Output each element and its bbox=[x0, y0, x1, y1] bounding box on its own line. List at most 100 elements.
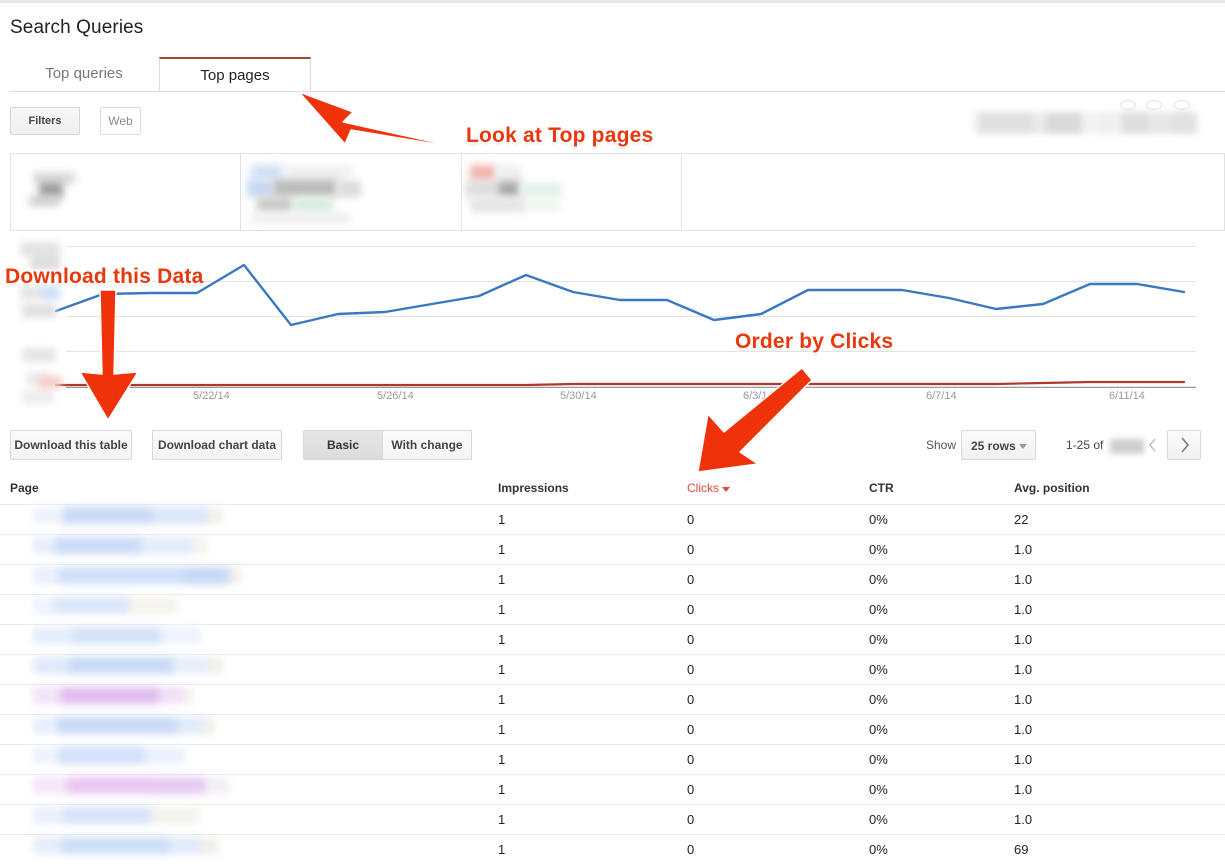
page-url-blurred[interactable] bbox=[33, 747, 185, 764]
table-row[interactable]: 1 0 0% 1.0 bbox=[0, 594, 1225, 624]
cell-avg-position: 1.0 bbox=[1014, 812, 1033, 827]
metric-cards-strip bbox=[10, 153, 1225, 231]
pagination-total-blurred bbox=[1110, 439, 1144, 454]
column-header-clicks[interactable]: Clicks bbox=[687, 481, 719, 495]
page-url-blurred[interactable] bbox=[33, 717, 215, 734]
annotation-arrow-down bbox=[79, 289, 139, 421]
x-tick-label: 6/7/14 bbox=[926, 390, 957, 402]
metric-card[interactable] bbox=[462, 154, 682, 230]
rows-per-page-select[interactable]: 25 rows bbox=[961, 430, 1036, 460]
cell-ctr: 0% bbox=[869, 812, 888, 827]
page-url-blurred[interactable] bbox=[33, 777, 229, 794]
table-row[interactable]: 1 0 0% 1.0 bbox=[0, 534, 1225, 564]
pagination-range: 1-25 of bbox=[1066, 438, 1104, 452]
show-rows-label: Show bbox=[926, 438, 957, 452]
table-row[interactable]: 1 0 0% 1.0 bbox=[0, 744, 1225, 774]
page-url-blurred[interactable] bbox=[33, 537, 208, 554]
cell-impressions: 1 bbox=[498, 692, 506, 707]
cell-impressions: 1 bbox=[498, 842, 506, 857]
performance-chart bbox=[0, 232, 1225, 418]
tab-bar: Top queries Top pages bbox=[0, 57, 1225, 91]
metric-card[interactable] bbox=[241, 154, 462, 230]
cell-avg-position: 1.0 bbox=[1014, 752, 1033, 767]
next-page-button[interactable] bbox=[1167, 430, 1201, 460]
page-url-blurred[interactable] bbox=[33, 807, 199, 824]
metric-card[interactable] bbox=[11, 154, 241, 230]
annotation-look-at-top-pages: Look at Top pages bbox=[466, 124, 654, 147]
column-header-ctr[interactable]: CTR bbox=[869, 481, 894, 495]
cell-avg-position: 69 bbox=[1014, 842, 1029, 857]
rows-per-page-value: 25 rows bbox=[971, 439, 1016, 453]
cell-impressions: 1 bbox=[498, 722, 506, 737]
with-change-view-button[interactable]: With change bbox=[383, 430, 472, 460]
table-row[interactable]: 1 0 0% 1.0 bbox=[0, 684, 1225, 714]
cell-impressions: 1 bbox=[498, 632, 506, 647]
window-top-border bbox=[0, 0, 1225, 3]
annotation-order-by-clicks: Order by Clicks bbox=[735, 330, 894, 353]
table-row[interactable]: 1 0 0% 1.0 bbox=[0, 654, 1225, 684]
view-mode-toggle: Basic With change bbox=[303, 430, 472, 460]
table-row[interactable]: 1 0 0% 1.0 bbox=[0, 564, 1225, 594]
x-tick-label: 6/11/14 bbox=[1109, 390, 1145, 402]
filters-button[interactable]: Filters bbox=[10, 107, 80, 135]
date-range-selector[interactable] bbox=[972, 112, 1200, 134]
sort-descending-icon bbox=[722, 487, 730, 492]
tab-top-pages[interactable]: Top pages bbox=[159, 57, 311, 91]
cell-avg-position: 1.0 bbox=[1014, 722, 1033, 737]
cell-clicks: 0 bbox=[687, 512, 695, 527]
cell-ctr: 0% bbox=[869, 752, 888, 767]
cell-avg-position: 1.0 bbox=[1014, 692, 1033, 707]
cell-impressions: 1 bbox=[498, 602, 506, 617]
page-url-blurred[interactable] bbox=[33, 507, 223, 524]
x-tick-label: 5/30/14 bbox=[560, 390, 597, 402]
table-toolbar: Download this table Download chart data … bbox=[0, 430, 1225, 466]
page-url-blurred[interactable] bbox=[33, 687, 193, 704]
web-filter-chip[interactable]: Web bbox=[100, 107, 141, 135]
table-row[interactable]: 1 0 0% 1.0 bbox=[0, 714, 1225, 744]
table-row[interactable]: 1 0 0% 1.0 bbox=[0, 804, 1225, 834]
cell-avg-position: 1.0 bbox=[1014, 782, 1033, 797]
cell-impressions: 1 bbox=[498, 782, 506, 797]
page-url-blurred[interactable] bbox=[33, 597, 179, 614]
cell-clicks: 0 bbox=[687, 722, 695, 737]
basic-view-button[interactable]: Basic bbox=[303, 430, 383, 460]
cell-clicks: 0 bbox=[687, 752, 695, 767]
table-row[interactable]: 1 0 0% 69 bbox=[0, 834, 1225, 864]
chevron-left-icon bbox=[1148, 438, 1156, 452]
page-url-blurred[interactable] bbox=[33, 657, 223, 674]
cell-clicks: 0 bbox=[687, 602, 695, 617]
table-row[interactable]: 1 0 0% 1.0 bbox=[0, 774, 1225, 804]
cell-clicks: 0 bbox=[687, 812, 695, 827]
chevron-right-icon bbox=[1181, 437, 1190, 453]
table-header-row: Page Impressions Clicks CTR Avg. positio… bbox=[0, 474, 1225, 504]
cell-avg-position: 1.0 bbox=[1014, 572, 1033, 587]
table-row[interactable]: 1 0 0% 1.0 bbox=[0, 624, 1225, 654]
column-header-page[interactable]: Page bbox=[10, 481, 39, 495]
cell-avg-position: 1.0 bbox=[1014, 542, 1033, 557]
table-row[interactable]: 1 0 0% 22 bbox=[0, 504, 1225, 534]
cell-ctr: 0% bbox=[869, 512, 888, 527]
page-url-blurred[interactable] bbox=[33, 567, 241, 584]
cell-ctr: 0% bbox=[869, 842, 888, 857]
chart-legend-dots bbox=[1120, 100, 1220, 110]
cell-impressions: 1 bbox=[498, 752, 506, 767]
cell-ctr: 0% bbox=[869, 782, 888, 797]
page-url-blurred[interactable] bbox=[33, 837, 219, 854]
download-this-table-button[interactable]: Download this table bbox=[10, 430, 132, 460]
cell-impressions: 1 bbox=[498, 812, 506, 827]
cell-clicks: 0 bbox=[687, 572, 695, 587]
column-header-impressions[interactable]: Impressions bbox=[498, 481, 569, 495]
tab-top-queries[interactable]: Top queries bbox=[10, 57, 158, 90]
x-tick-label: 5/22/14 bbox=[193, 390, 230, 402]
annotation-download-this-data: Download this Data bbox=[5, 265, 204, 288]
metric-card-empty bbox=[682, 154, 1224, 230]
page-url-blurred[interactable] bbox=[33, 627, 201, 644]
cell-clicks: 0 bbox=[687, 542, 695, 557]
cell-clicks: 0 bbox=[687, 782, 695, 797]
chart-canvas bbox=[54, 246, 1196, 388]
cell-clicks: 0 bbox=[687, 662, 695, 677]
cell-avg-position: 1.0 bbox=[1014, 662, 1033, 677]
download-chart-data-button[interactable]: Download chart data bbox=[152, 430, 282, 460]
column-header-avg-position[interactable]: Avg. position bbox=[1014, 481, 1090, 495]
cell-clicks: 0 bbox=[687, 692, 695, 707]
